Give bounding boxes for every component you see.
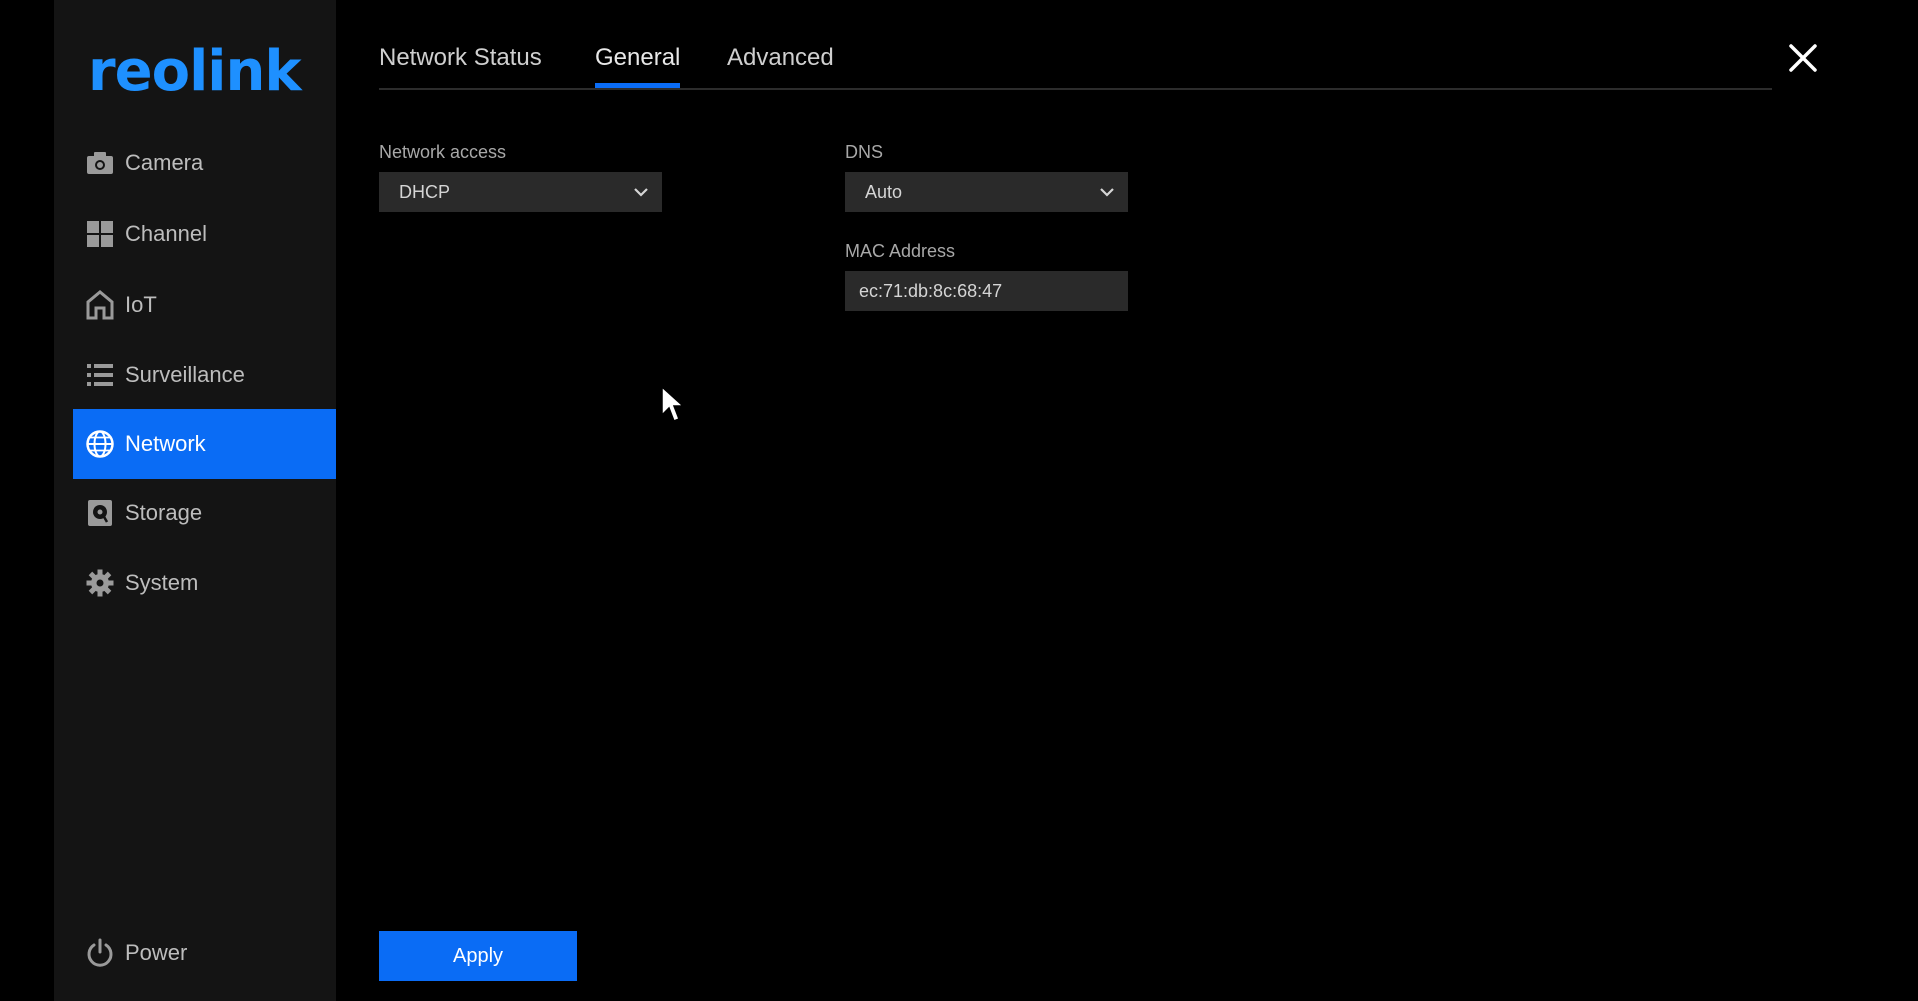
dns-value: Auto — [865, 181, 903, 202]
sidebar-item-iot[interactable]: IoT — [73, 270, 336, 340]
globe-icon — [84, 428, 116, 460]
sidebar-item-label: Storage — [125, 500, 203, 525]
mac-address-value: ec:71:db:8c:68:47 — [859, 280, 1003, 301]
dns-select[interactable]: Auto — [845, 172, 1128, 212]
sidebar-item-label: Camera — [125, 150, 204, 175]
mac-address-label: MAC Address — [845, 241, 956, 261]
network-access-label: Network access — [379, 142, 507, 162]
gear-icon — [84, 567, 116, 599]
tab-label: General — [595, 44, 681, 71]
tab-general[interactable]: General — [595, 40, 681, 88]
power-icon — [84, 937, 116, 969]
sidebar-item-camera[interactable]: Camera — [73, 128, 336, 198]
power-label: Power — [125, 940, 188, 965]
apply-label: Apply — [452, 944, 504, 967]
sidebar-item-system[interactable]: System — [73, 548, 336, 618]
sidebar-item-label: Surveillance — [125, 362, 245, 387]
dns-label: DNS — [845, 142, 884, 162]
chevron-down-icon — [634, 188, 648, 197]
network-access-select[interactable]: DHCP — [379, 172, 662, 212]
settings-screen: reolink Camera Channel IoT Surveillance — [0, 0, 1918, 1001]
sidebar: reolink Camera Channel IoT Surveillance — [54, 0, 336, 1001]
network-access-value: DHCP — [399, 181, 451, 202]
mouse-pointer-icon — [661, 385, 685, 422]
tab-bar: Network Status General Advanced — [379, 0, 1772, 90]
home-icon — [84, 289, 116, 321]
reolink-logo: reolink — [88, 39, 302, 104]
close-button[interactable] — [1785, 40, 1821, 76]
tab-advanced[interactable]: Advanced — [727, 40, 834, 76]
apply-button[interactable]: Apply — [379, 931, 577, 981]
storage-icon — [84, 497, 116, 529]
sidebar-item-label: Channel — [125, 221, 207, 246]
camera-icon — [84, 147, 116, 179]
sidebar-item-label: System — [125, 570, 199, 595]
sidebar-item-label: Network — [125, 431, 206, 456]
close-icon — [1789, 44, 1817, 72]
tab-label: Advanced — [727, 44, 834, 71]
grid-icon — [84, 218, 116, 250]
mac-address-field: ec:71:db:8c:68:47 — [845, 271, 1128, 311]
power-button[interactable]: Power — [73, 918, 336, 988]
sidebar-item-network[interactable]: Network — [73, 409, 336, 479]
sidebar-item-surveillance[interactable]: Surveillance — [73, 340, 336, 410]
sidebar-item-storage[interactable]: Storage — [73, 478, 336, 548]
sidebar-item-channel[interactable]: Channel — [73, 199, 336, 269]
sidebar-item-label: IoT — [125, 292, 157, 317]
tab-network-status[interactable]: Network Status — [379, 40, 542, 76]
tab-label: Network Status — [379, 44, 542, 71]
list-icon — [84, 359, 116, 391]
active-tab-indicator — [595, 83, 681, 88]
chevron-down-icon — [1100, 188, 1114, 197]
